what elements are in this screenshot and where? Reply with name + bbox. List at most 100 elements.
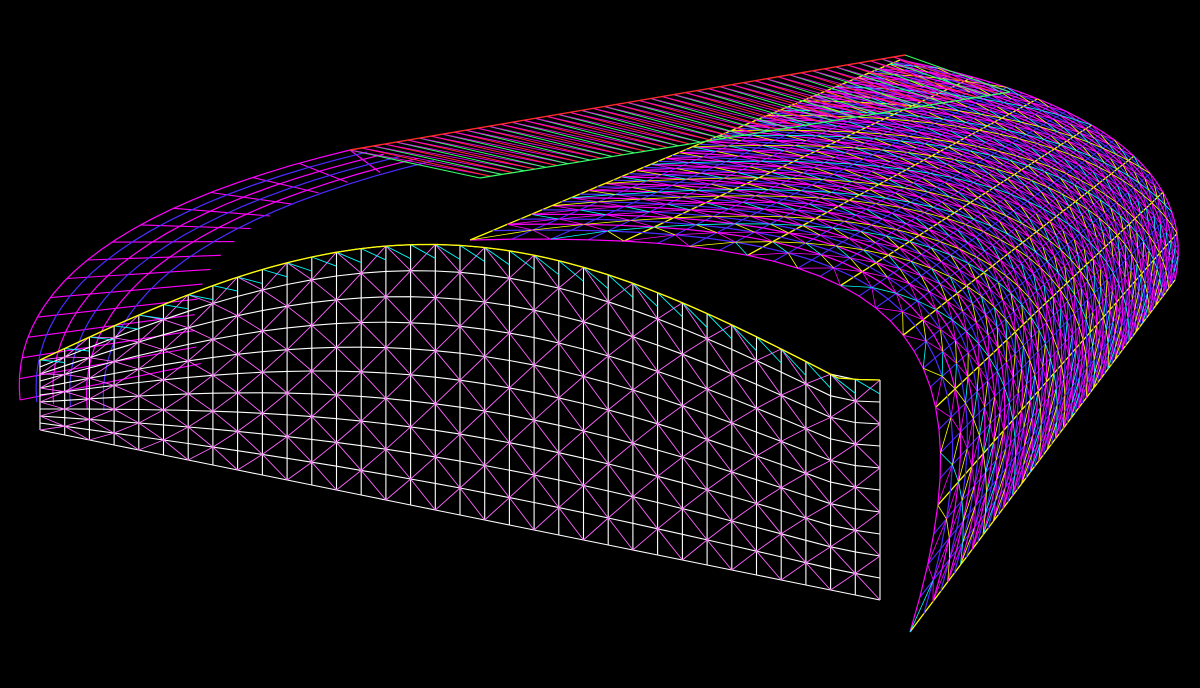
- brace-member: [971, 466, 975, 486]
- brace-member: [994, 371, 998, 397]
- brace-member: [1092, 345, 1095, 360]
- wall-brace: [311, 325, 337, 348]
- wall-brace: [830, 573, 856, 591]
- wall-brace: [286, 416, 313, 437]
- wall-brace: [484, 247, 510, 279]
- brace-member: [1092, 292, 1095, 313]
- wall-brace: [533, 287, 560, 311]
- brace-member: [941, 351, 944, 377]
- wall-brace: [336, 420, 362, 443]
- brace-member: [976, 366, 980, 392]
- brace-member: [650, 162, 690, 165]
- edge-brace: [706, 313, 733, 340]
- brace-member: [985, 472, 987, 493]
- wall-brace: [64, 356, 90, 359]
- brace-member: [1064, 321, 1068, 343]
- brace-member: [1147, 293, 1150, 305]
- wall-brace: [410, 322, 436, 351]
- brace-member: [999, 412, 1005, 431]
- wall-brace: [138, 368, 164, 381]
- wall-brace: [385, 398, 411, 428]
- brace-member: [1038, 390, 1041, 408]
- brace-member: [664, 156, 703, 159]
- wall-brace: [558, 321, 584, 344]
- wall-brace: [583, 355, 609, 377]
- wall-brace: [311, 416, 337, 443]
- brace-member: [975, 278, 982, 297]
- brace-member: [1112, 321, 1116, 335]
- wall-brace: [682, 456, 708, 490]
- wall-brace: [360, 448, 387, 471]
- wall-brace: [509, 364, 535, 389]
- brace-member: [840, 285, 872, 288]
- wall-brace: [410, 350, 436, 376]
- wall-brace: [632, 475, 658, 498]
- brace-member: [758, 177, 792, 179]
- 3d-viewport[interactable]: [0, 0, 1200, 688]
- wall-brace: [756, 533, 782, 552]
- wall-brace: [706, 422, 733, 440]
- wall-brace: [434, 350, 461, 381]
- brace-member: [1012, 419, 1016, 438]
- brace-member: [1021, 345, 1024, 369]
- wall-brace: [385, 374, 411, 399]
- wall-brace: [706, 471, 733, 490]
- brace-member: [935, 406, 952, 418]
- brace-member: [966, 418, 974, 449]
- brace-member: [1153, 244, 1156, 261]
- brace-member: [1021, 409, 1025, 428]
- wall-brace: [657, 405, 683, 425]
- wall-brace: [89, 398, 115, 410]
- brace-member: [966, 285, 973, 304]
- brace-member: [631, 185, 673, 188]
- wall-brace: [434, 433, 461, 458]
- wall-brace: [434, 271, 461, 298]
- wall-brace: [830, 486, 856, 505]
- brace-member: [958, 481, 963, 501]
- wall-brace: [336, 346, 362, 373]
- wall-brace: [855, 467, 881, 488]
- brace-member: [532, 229, 551, 240]
- brace-member: [1053, 373, 1057, 389]
- wall-brace: [89, 408, 115, 420]
- wall-brace: [311, 346, 337, 372]
- wall-brace: [459, 326, 486, 357]
- wall-brace: [311, 394, 337, 417]
- brace-member: [713, 166, 749, 168]
- wall-brace: [286, 461, 313, 481]
- brace-member: [635, 168, 676, 171]
- wall-brace: [459, 410, 486, 435]
- brace-member: [696, 189, 734, 191]
- wall-brace: [607, 389, 634, 411]
- wall-brace: [237, 276, 263, 291]
- edge-brace: [237, 276, 263, 284]
- brace-member: [973, 391, 978, 419]
- brace-member: [700, 171, 737, 174]
- wall-brace: [706, 373, 733, 390]
- wall-brace: [558, 430, 584, 454]
- brace-member: [1057, 328, 1061, 351]
- edge-brace: [385, 245, 411, 260]
- brace-member: [899, 268, 922, 277]
- brace-member: [920, 275, 941, 285]
- brace-member: [871, 287, 876, 308]
- brace-member: [1124, 244, 1126, 261]
- wall-brace: [706, 439, 733, 473]
- brace-member: [1034, 375, 1039, 392]
- wall-brace: [212, 339, 238, 355]
- wireframe-model: [18, 54, 1179, 633]
- wall-brace: [855, 379, 881, 402]
- wall-brace: [311, 299, 337, 326]
- brace-member: [1045, 322, 1047, 344]
- wall-brace: [830, 443, 856, 461]
- brace-member: [1017, 393, 1023, 410]
- wall-brace: [484, 387, 510, 412]
- wall-brace: [682, 338, 708, 355]
- wall-brace: [262, 412, 288, 437]
- brace-member: [1130, 254, 1132, 271]
- arch-rib: [492, 229, 954, 614]
- wall-brace: [64, 391, 90, 400]
- wall-brace: [459, 465, 486, 489]
- wall-brace: [187, 360, 214, 376]
- brace-member: [1167, 279, 1169, 289]
